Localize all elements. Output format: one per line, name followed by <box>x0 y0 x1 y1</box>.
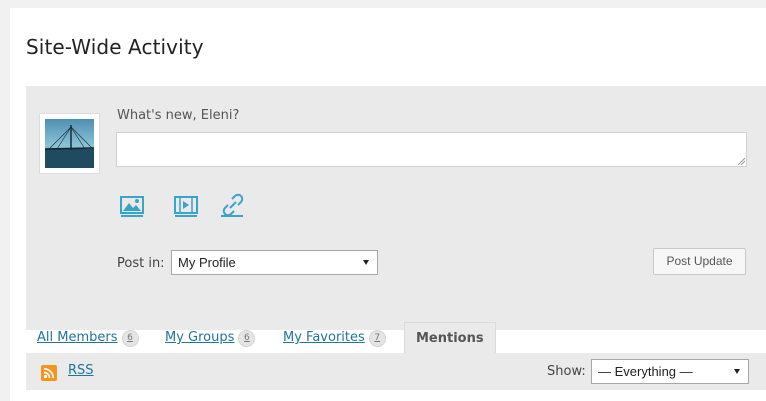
tab-mentions[interactable]: Mentions <box>404 322 496 353</box>
activity-filter-bar: RSS Show: — Everything — <box>26 353 766 390</box>
whats-new-prompt: What's new, Eleni? <box>117 108 240 123</box>
resize-grip-icon[interactable] <box>737 157 745 165</box>
image-icon[interactable] <box>119 191 147 219</box>
page-title: Site-Wide Activity <box>26 35 204 59</box>
activity-tabs: All Members 6 My Groups 6 My Favorites 7 Me… <box>26 322 766 353</box>
tab-label: Mentions <box>416 331 484 346</box>
post-in-select[interactable]: My Profile <box>171 250 378 275</box>
avatar <box>39 113 100 174</box>
tab-all-members[interactable]: All Members 6 <box>37 322 139 353</box>
rss-link[interactable]: RSS <box>68 363 94 378</box>
tab-label: My Groups <box>165 330 235 345</box>
status-update-textarea[interactable] <box>116 132 747 167</box>
rss-icon[interactable] <box>41 365 57 381</box>
tab-count-badge: 7 <box>368 330 386 347</box>
post-in-label: Post in: <box>117 256 165 271</box>
video-icon[interactable] <box>173 191 201 219</box>
tab-count-badge: 6 <box>121 330 139 347</box>
show-filter-select[interactable]: — Everything — <box>591 359 749 384</box>
show-filter-selected-value: — Everything — <box>598 364 693 379</box>
tab-label: All Members <box>37 330 118 345</box>
tab-my-favorites[interactable]: My Favorites 7 <box>283 322 386 353</box>
post-in-selected-value: My Profile <box>178 255 236 270</box>
page-content: Site-Wide Activity What's new, Eleni? Po… <box>10 8 766 401</box>
link-icon[interactable] <box>219 191 247 219</box>
whats-new-form: What's new, Eleni? Post in: My Profile P… <box>26 86 766 330</box>
post-update-button[interactable]: Post Update <box>653 248 746 275</box>
tab-label: My Favorites <box>283 330 365 345</box>
chevron-down-icon <box>734 369 740 374</box>
chevron-down-icon <box>363 260 369 265</box>
tab-my-groups[interactable]: My Groups 6 <box>165 322 256 353</box>
tab-count-badge: 6 <box>238 330 256 347</box>
show-filter-label: Show: <box>547 364 586 379</box>
avatar-bridge-image <box>45 119 94 168</box>
